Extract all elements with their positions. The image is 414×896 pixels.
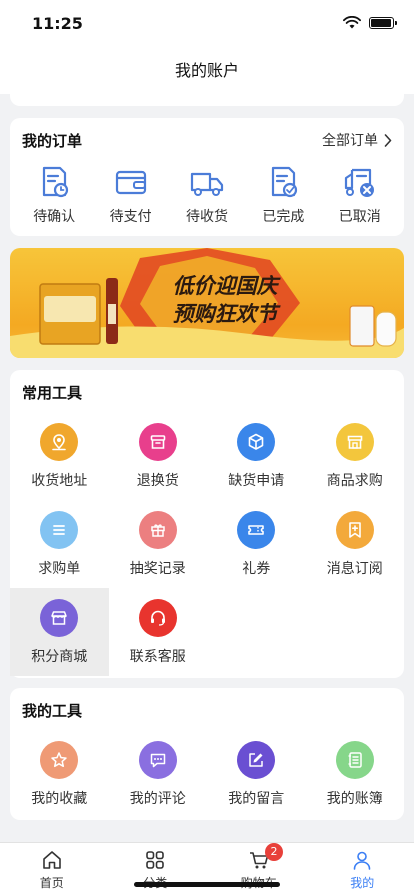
home-indicator (134, 882, 280, 887)
mytools-title: 我的工具 (22, 701, 83, 720)
order-completed[interactable]: 已完成 (245, 164, 321, 226)
tool-subscription[interactable]: 消息订阅 (306, 500, 405, 588)
mytools-grid: 我的收藏 我的评论 我的留言 我的账簿 (10, 722, 404, 818)
truck-icon (190, 172, 224, 196)
store-icon (40, 598, 79, 637)
home-icon (42, 851, 61, 869)
tool-label: 我的收藏 (31, 790, 88, 807)
chevron-right-icon (384, 133, 392, 147)
order-item-label: 已完成 (262, 209, 305, 225)
battery-icon (369, 16, 397, 29)
tool-label: 退换货 (136, 472, 179, 489)
banner-headline: 低价迎国庆 预购狂欢节 (150, 272, 300, 328)
order-pending-payment[interactable]: 待支付 (93, 164, 169, 226)
box-icon (138, 422, 177, 461)
tool-stockout-request[interactable]: 缺货申请 (207, 412, 306, 500)
profile-card-bottom (10, 88, 404, 106)
tool-shipping-address[interactable]: 收货地址 (10, 412, 109, 500)
grid-icon (146, 851, 165, 869)
tab-cart[interactable]: 2 购物车 (207, 843, 311, 896)
tool-points-mall[interactable]: 积分商城 (10, 588, 109, 676)
tab-label: 首页 (39, 876, 64, 890)
tool-label: 积分商城 (31, 648, 88, 665)
tool-ledger[interactable]: 我的账簿 (306, 730, 405, 818)
order-item-label: 待确认 (33, 209, 76, 225)
cart-badge: 2 (264, 843, 283, 861)
edit-icon (237, 740, 276, 779)
status-time: 11:25 (32, 14, 83, 33)
tool-label: 我的账簿 (326, 790, 383, 807)
tool-label: 求购单 (38, 560, 81, 577)
tools-grid: 收货地址 退换货 缺货申请 商品求购 求购单 抽奖记录 礼券 消息订阅 积分商城… (10, 404, 404, 676)
wallet-icon (115, 170, 146, 195)
ticket-icon (237, 510, 276, 549)
tool-customer-service[interactable]: 联系客服 (109, 588, 208, 676)
tab-mine[interactable]: 我的 (311, 843, 414, 896)
common-tools-card: 常用工具 收货地址 退换货 缺货申请 商品求购 求购单 抽奖记录 礼券 消息订阅… (10, 370, 404, 678)
all-orders-label: 全部订单 (322, 133, 378, 149)
tab-home[interactable]: 首页 (0, 843, 104, 896)
order-status-row: 待确认 待支付 待收货 已完成 已取消 (10, 152, 404, 226)
tool-coupons[interactable]: 礼券 (207, 500, 306, 588)
tab-category[interactable]: 分类 (104, 843, 208, 896)
tool-messages[interactable]: 我的留言 (207, 730, 306, 818)
orders-title: 我的订单 (22, 131, 83, 150)
my-tools-card: 我的工具 我的收藏 我的评论 我的留言 我的账簿 (10, 688, 404, 820)
location-icon (40, 422, 79, 461)
tool-label: 收货地址 (31, 472, 88, 489)
tool-label: 缺货申请 (228, 472, 285, 489)
doc-clock-icon (43, 166, 69, 198)
tool-label: 我的评论 (129, 790, 186, 807)
truck-cancel-icon (344, 168, 374, 197)
headset-icon (138, 598, 177, 637)
tool-label: 消息订阅 (326, 560, 383, 577)
banner-line-1: 低价迎国庆 (172, 274, 278, 298)
tools-header: 常用工具 (10, 370, 404, 404)
star-icon (40, 740, 79, 779)
doc-check-icon (272, 166, 298, 198)
status-icons (343, 16, 397, 29)
user-icon (353, 851, 371, 870)
tool-comments[interactable]: 我的评论 (109, 730, 208, 818)
order-pending-delivery[interactable]: 待收货 (169, 164, 245, 226)
tool-returns[interactable]: 退换货 (109, 412, 208, 500)
bottom-tab-bar: 首页 分类 2 购物车 我的 (0, 842, 414, 896)
bookmark-icon (335, 510, 374, 549)
tool-lottery-record[interactable]: 抽奖记录 (109, 500, 208, 588)
comment-icon (138, 740, 177, 779)
orders-header: 我的订单 全部订单 (10, 118, 404, 152)
shop-icon (335, 422, 374, 461)
tool-label: 抽奖记录 (129, 560, 186, 577)
promo-banner[interactable]: 低价迎国庆 预购狂欢节 (10, 248, 404, 358)
banner-line-2: 预购狂欢节 (172, 302, 278, 326)
tool-label: 联系客服 (129, 648, 186, 665)
order-cancelled[interactable]: 已取消 (322, 164, 398, 226)
mytools-header: 我的工具 (10, 688, 404, 722)
gift-icon (138, 510, 177, 549)
tool-product-request[interactable]: 商品求购 (306, 412, 405, 500)
tool-label: 我的留言 (228, 790, 285, 807)
tool-request-list[interactable]: 求购单 (10, 500, 109, 588)
tools-title: 常用工具 (22, 383, 83, 402)
tool-label: 礼券 (242, 560, 271, 577)
order-pending-confirm[interactable]: 待确认 (16, 164, 92, 226)
ledger-icon (335, 740, 374, 779)
order-item-label: 待收货 (185, 209, 228, 225)
tab-label: 我的 (350, 876, 375, 890)
order-item-label: 待支付 (109, 209, 152, 225)
list-icon (40, 510, 79, 549)
all-orders-link[interactable]: 全部订单 (322, 130, 392, 150)
page-title: 我的账户 (174, 61, 239, 80)
status-bar: 11:25 (0, 0, 414, 48)
tool-label: 商品求购 (326, 472, 383, 489)
package-icon (237, 422, 276, 461)
orders-card: 我的订单 全部订单 待确认 待支付 待收货 已完成 已取消 (10, 118, 404, 236)
tool-favorites[interactable]: 我的收藏 (10, 730, 109, 818)
order-item-label: 已取消 (338, 209, 381, 225)
wifi-icon (343, 16, 361, 29)
